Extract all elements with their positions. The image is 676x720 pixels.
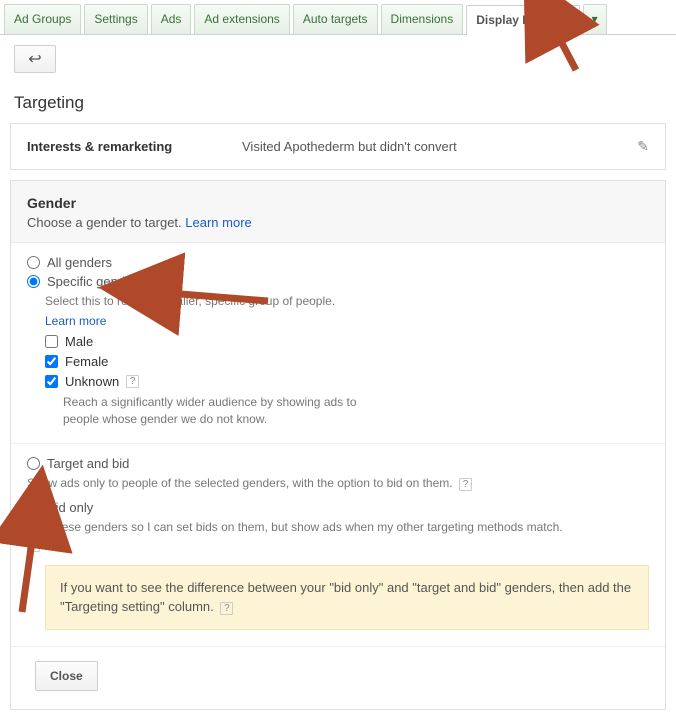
radio-all-genders-label: All genders — [47, 255, 112, 270]
help-icon[interactable]: ? — [27, 539, 40, 552]
tip-callout: If you want to see the difference betwee… — [45, 565, 649, 630]
radio-target-and-bid-input[interactable] — [27, 457, 40, 470]
tab-auto-targets[interactable]: Auto targets — [293, 4, 378, 34]
back-arrow-icon: ↩ — [28, 49, 41, 69]
close-button[interactable]: Close — [35, 661, 98, 691]
radio-specific-genders-label: Specific genders — [47, 274, 143, 289]
gender-subtitle: Choose a gender to target. Learn more — [27, 215, 649, 230]
targeting-summary-panel: Interests & remarketing Visited Apothede… — [10, 123, 666, 170]
checkbox-male-label: Male — [65, 334, 93, 349]
checkbox-female-label: Female — [65, 354, 108, 369]
gender-editor-panel: Gender Choose a gender to target. Learn … — [10, 180, 666, 710]
target-and-bid-help: Show ads only to people of the selected … — [27, 475, 649, 492]
summary-value: Visited Apothederm but didn't convert — [242, 139, 637, 154]
radio-bid-only[interactable]: Bid only — [27, 500, 649, 515]
help-icon[interactable]: ? — [126, 375, 139, 388]
summary-label: Interests & remarketing — [27, 139, 242, 154]
bid-mode-section: Target and bid Show ads only to people o… — [11, 444, 665, 646]
tab-bar: Ad Groups Settings Ads Ad extensions Aut… — [0, 0, 676, 35]
radio-bid-only-input[interactable] — [27, 501, 40, 514]
bid-only-help: Add these genders so I can set bids on t… — [27, 519, 649, 553]
specific-genders-learn-more-link[interactable]: Learn more — [45, 314, 649, 328]
radio-target-and-bid[interactable]: Target and bid — [27, 456, 649, 471]
gender-title: Gender — [27, 195, 649, 211]
checkbox-male[interactable]: Male — [45, 334, 649, 349]
tab-ad-groups[interactable]: Ad Groups — [4, 4, 81, 34]
gender-scope-section: All genders Specific genders Select this… — [11, 243, 665, 444]
checkbox-male-input[interactable] — [45, 335, 58, 348]
help-icon[interactable]: ? — [220, 602, 233, 615]
tab-more-dropdown[interactable]: ▾ — [583, 4, 607, 34]
back-button[interactable]: ↩ — [14, 45, 56, 73]
checkbox-unknown-label: Unknown — [65, 374, 119, 389]
radio-specific-genders[interactable]: Specific genders — [27, 274, 649, 289]
checkbox-unknown-input[interactable] — [45, 375, 58, 388]
page-title: Targeting — [14, 93, 662, 113]
gender-learn-more-link[interactable]: Learn more — [185, 215, 251, 230]
tab-ad-extensions[interactable]: Ad extensions — [194, 4, 289, 34]
radio-bid-only-label: Bid only — [47, 500, 93, 515]
checkbox-female[interactable]: Female — [45, 354, 649, 369]
specific-genders-help: Select this to reach a smaller, specific… — [45, 293, 649, 310]
radio-specific-genders-input[interactable] — [27, 275, 40, 288]
radio-all-genders[interactable]: All genders — [27, 255, 649, 270]
radio-all-genders-input[interactable] — [27, 256, 40, 269]
tab-settings[interactable]: Settings — [84, 4, 147, 34]
checkbox-female-input[interactable] — [45, 355, 58, 368]
edit-icon[interactable]: ✎ — [637, 138, 649, 155]
tab-display-network[interactable]: Display Network — [466, 5, 579, 35]
help-icon[interactable]: ? — [459, 478, 472, 491]
tab-dimensions[interactable]: Dimensions — [381, 4, 464, 34]
checkbox-unknown[interactable]: Unknown ? — [45, 374, 649, 389]
tab-ads[interactable]: Ads — [151, 4, 192, 34]
radio-target-and-bid-label: Target and bid — [47, 456, 129, 471]
unknown-help-text: Reach a significantly wider audience by … — [63, 394, 383, 428]
caret-down-icon: ▾ — [592, 12, 598, 26]
